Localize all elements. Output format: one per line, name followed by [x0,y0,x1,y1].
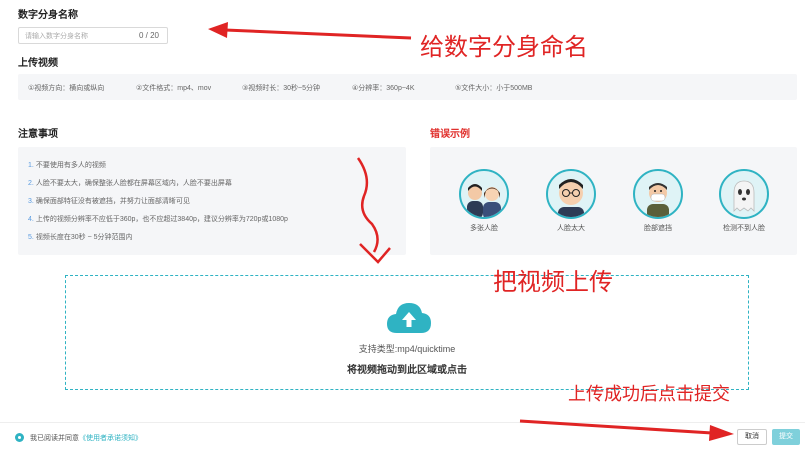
video-drop-zone[interactable]: 支持类型:mp4/quicktime 将视频拖动到此区域或点击 [65,275,749,390]
annotation-submit-hint: 上传成功后点击提交 [568,384,730,405]
footer-divider [0,422,805,423]
notice-list: 1. 不要使用有多人的视频 2. 人脸不要太大，确保整张人脸都在屏幕区域内，人脸不要… [18,147,406,255]
video-spec-bar: ①视频方向：横向或纵向 ②文件格式：mp4、mov ③视频时长：30秒~5分钟 … [18,74,797,100]
error-example-face-covered: 脸部遮挡 [623,169,693,233]
agree-text: 我已阅读并同意 [30,435,79,442]
digital-avatar-form: 数字分身名称 0 / 20 上传视频 ①视频方向：横向或纵向 ②文件格式：mp4… [0,0,805,454]
notice-item: 2. 人脸不要太大，确保整张人脸都在屏幕区域内，人脸不要出屏幕 [28,180,232,187]
agreement-link[interactable]: 《使用者承诺须知》 [79,435,142,442]
annotation-name-hint: 给数字分身命名 [420,33,588,61]
notice-item: 3. 确保面部特征没有被遮挡，并努力让面部清晰可见 [28,198,190,205]
notice-title: 注意事项 [18,129,58,140]
error-examples-title: 错误示例 [430,129,470,140]
agreement: 我已阅读并同意《使用者承诺须知》 [15,432,142,443]
name-input[interactable] [25,30,125,42]
error-example-no-face: 检测不到人脸 [709,169,779,233]
spec-format: ②文件格式：mp4、mov [136,85,212,92]
notice-item: 5. 视频长度在30秒 ~ 5分钟范围内 [28,234,133,241]
notice-item: 1. 不要使用有多人的视频 [28,162,106,169]
error-example-multiple-faces: 多张人脸 [449,169,519,233]
cloud-upload-icon [387,303,431,333]
name-char-counter: 0 / 20 [138,31,159,40]
upload-section-title: 上传视频 [18,58,58,69]
face-covered-icon [633,169,683,219]
error-examples: 多张人脸 人脸太大 脸部遮挡 检测不到人脸 [430,147,797,255]
annotation-upload-hint: 把视频上传 [493,268,613,296]
spec-resolution: ④分辨率：360p~4K [352,85,415,92]
drop-instruction[interactable]: 将视频拖动到此区域或点击 [66,361,748,376]
cancel-button[interactable]: 取消 [737,429,767,445]
spec-duration: ③视频时长：30秒~5分钟 [242,85,321,92]
submit-button[interactable]: 提交 [772,429,800,445]
multiple-faces-icon [459,169,509,219]
error-example-face-too-large: 人脸太大 [536,169,606,233]
face-too-large-icon [546,169,596,219]
name-field[interactable]: 0 / 20 [18,27,168,44]
supported-types: 支持类型:mp4/quicktime [358,344,456,354]
spec-file-size: ⑤文件大小：小于500MB [455,85,533,92]
agree-checkbox[interactable] [15,432,24,442]
name-section-title: 数字分身名称 [18,10,78,21]
no-face-icon [719,169,769,219]
spec-orientation: ①视频方向：横向或纵向 [28,85,105,92]
notice-item: 4. 上传的视频分辨率不应低于360p，也不应超过3840p，建议分辨率为720p… [28,216,288,223]
